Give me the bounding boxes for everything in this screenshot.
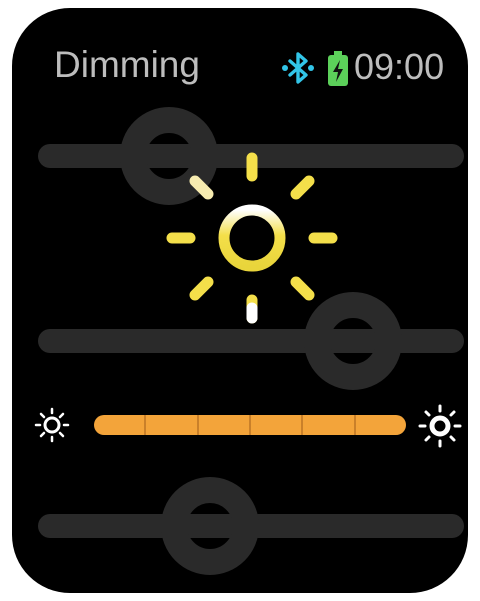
brightness-segment	[146, 415, 199, 435]
page-title: Dimming	[54, 44, 200, 85]
brightness-segment	[199, 415, 251, 435]
clock-time: 09:00	[354, 46, 445, 87]
brightness-increase-button[interactable]	[417, 403, 463, 449]
brightness-sun-icon	[166, 152, 338, 324]
brightness-decrease-button[interactable]	[32, 405, 72, 445]
brightness-segment	[251, 415, 304, 435]
brightness-segment	[94, 415, 147, 435]
battery-charging-icon	[328, 51, 348, 86]
bluetooth-icon	[282, 52, 314, 84]
brightness-segment	[303, 415, 356, 435]
brightness-level-bar[interactable]	[94, 415, 406, 435]
watch-screen: Dimming 09:00	[12, 8, 468, 593]
brightness-control	[32, 400, 468, 460]
status-bar: Dimming 09:00	[12, 8, 468, 118]
brightness-segment	[356, 415, 406, 435]
